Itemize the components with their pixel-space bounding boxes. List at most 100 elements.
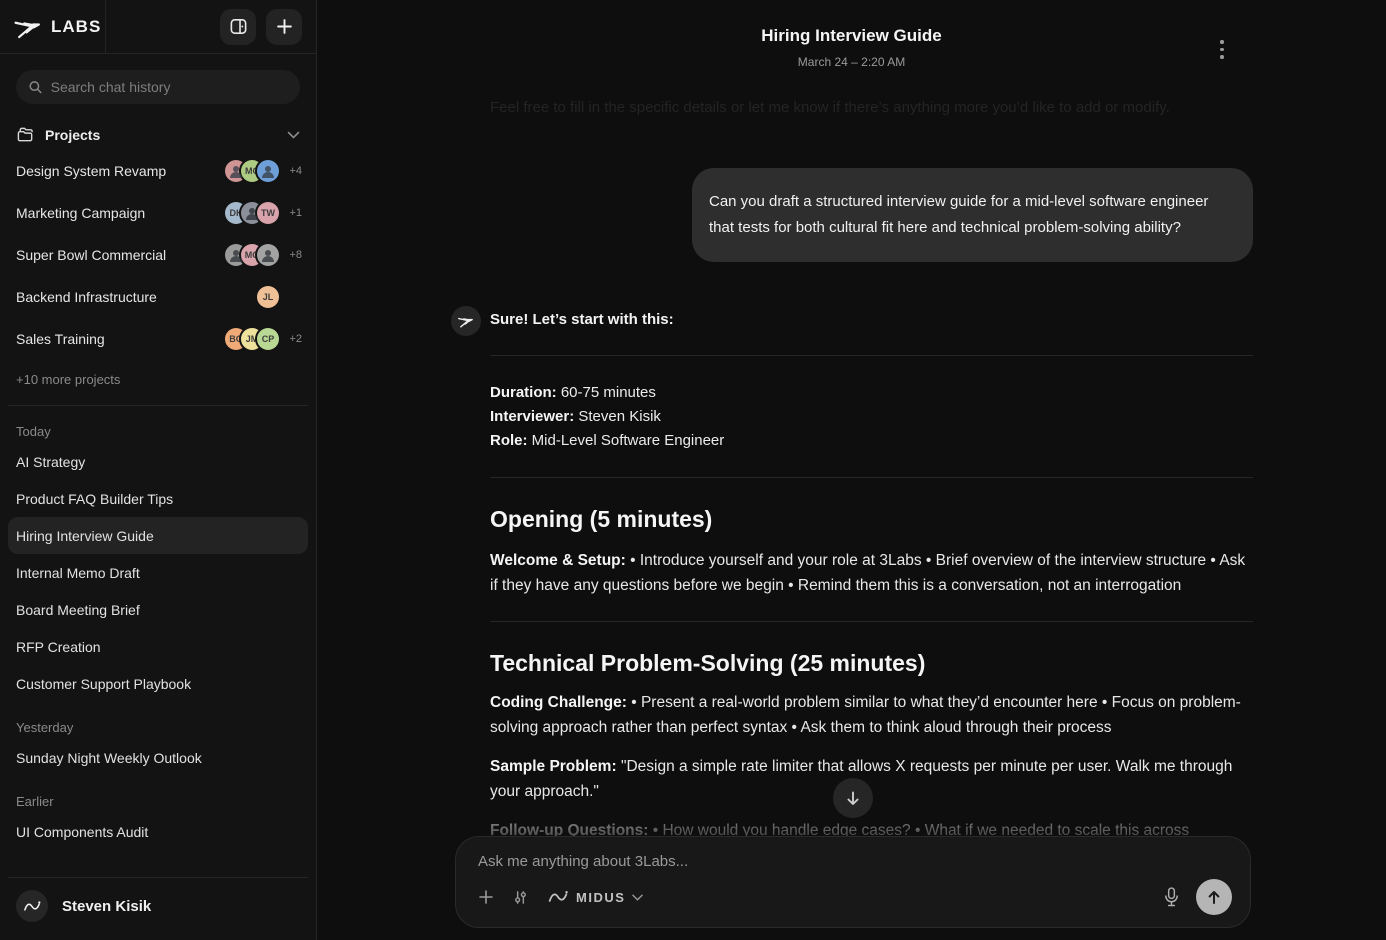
project-item-backend-infrastructure[interactable]: Backend Infrastructure JL [0,276,316,318]
meta-role: Role: Mid-Level Software Engineer [490,432,725,449]
history-item-product-faq-builder-tips[interactable]: Product FAQ Builder Tips [8,480,308,517]
project-name: Sales Training [16,331,105,347]
user-profile[interactable]: Steven Kisik [0,878,316,940]
history-item-label: RFP Creation [16,638,101,655]
section-heading-technical: Technical Problem-Solving (25 minutes) [490,650,926,676]
avatar-stack: DK TW +1 [225,202,302,224]
project-item-design-system-revamp[interactable]: Design System Revamp MC +4 [0,150,316,192]
sidebar-header: LABS [0,0,316,54]
avatar-stack: MG +8 [225,244,302,266]
chat-main: Hiring Interview Guide March 24 – 2:20 A… [317,0,1386,940]
extra-members-count: +2 [289,333,302,345]
search-chat-box[interactable] [16,70,300,104]
project-item-marketing-campaign[interactable]: Marketing Campaign DK TW +1 [0,192,316,234]
send-button[interactable] [1196,879,1232,915]
history-section-earlier: Earlier [16,794,54,809]
user-name: Steven Kisik [62,897,152,915]
history-item-label: Sunday Night Weekly Outlook [16,749,202,766]
history-item-label: AI Strategy [16,453,86,470]
search-input[interactable] [50,79,288,95]
extra-members-count: +8 [289,249,302,261]
history-section-today: Today [16,424,51,439]
paragraph-coding-challenge: Coding Challenge: • Present a real-world… [490,694,1241,736]
project-item-sales-training[interactable]: Sales Training BO JM CP +2 [0,318,316,360]
history-item-board-meeting-brief[interactable]: Board Meeting Brief [8,591,308,628]
history-section-yesterday: Yesterday [16,720,74,735]
assistant-intro: Sure! Let’s start with this: [490,311,674,328]
history-item-ai-strategy[interactable]: AI Strategy [8,443,308,480]
scroll-to-bottom-button[interactable] [833,778,873,818]
assistant-avatar [451,306,481,336]
history-item-label: Hiring Interview Guide [16,527,154,544]
user-message-bubble: Can you draft a structured interview gui… [692,168,1253,262]
history-item-sunday-night-weekly-outlook[interactable]: Sunday Night Weekly Outlook [8,739,308,776]
history-item-hiring-interview-guide[interactable]: Hiring Interview Guide [8,517,308,554]
brand-icon [14,21,40,38]
tools-button[interactable] [512,889,529,906]
avatar: TW [257,202,279,224]
composer-toolbar: MIDUS [478,879,1232,915]
avatar [241,202,263,224]
model-selector[interactable]: MIDUS [547,889,644,905]
history-item-rfp-creation[interactable]: RFP Creation [8,628,308,665]
logo-text: LABS [51,16,102,36]
project-name: Backend Infrastructure [16,289,157,305]
history-item-ui-components-audit[interactable]: UI Components Audit [8,813,308,850]
model-name: MIDUS [576,889,626,905]
plus-icon [276,19,292,34]
sidebar-divider [8,405,308,406]
previous-message-faded: Feel free to fill in the specific detail… [490,99,1170,116]
meta-interviewer: Interviewer: Steven Kisik [490,408,661,425]
chat-options-button[interactable] [1216,36,1228,63]
chevron-down-icon[interactable] [287,131,300,139]
project-item-super-bowl-commercial[interactable]: Super Bowl Commercial MG +8 [0,234,316,276]
avatar [257,160,279,182]
composer: MIDUS [455,836,1251,928]
new-chat-button[interactable] [266,8,302,45]
divider [490,355,1253,356]
projects-folder-icon [17,127,33,142]
paragraph-welcome-setup: Welcome & Setup: • Introduce yourself an… [490,552,1246,594]
sliders-icon [515,890,526,904]
history-item-label: Board Meeting Brief [16,601,140,618]
history-item-label: UI Components Audit [16,823,149,840]
avatar [225,160,247,182]
chevron-down-icon [632,894,644,901]
extra-members-count: +4 [289,165,302,177]
app-logo[interactable]: LABS [14,15,101,39]
search-icon [29,81,42,94]
more-projects-link[interactable]: +10 more projects [16,372,300,387]
sidebar: LABS Search chat history Projects Design… [0,0,317,940]
mic-button[interactable] [1163,886,1180,908]
wave-icon [24,900,41,911]
panel-icon [230,19,246,34]
toggle-sidebar-button[interactable] [220,8,256,45]
wave-icon [548,891,568,902]
attach-button[interactable] [478,889,494,905]
message-input[interactable] [478,853,1232,870]
project-name: Super Bowl Commercial [16,247,167,263]
projects-header[interactable]: Projects [16,126,300,144]
avatar-stack: JL [257,286,302,308]
project-name: Marketing Campaign [16,205,146,221]
history-item-label: Internal Memo Draft [16,564,140,581]
history-item-internal-memo-draft[interactable]: Internal Memo Draft [8,554,308,591]
avatar [225,244,247,266]
user-avatar [16,890,48,922]
history-item-customer-support-playbook[interactable]: Customer Support Playbook [8,665,308,702]
history-item-label: Product FAQ Builder Tips [16,490,174,507]
avatar-stack: MC +4 [225,160,302,182]
avatar-stack: BO JM CP +2 [225,328,302,350]
interview-meta: Duration: 60-75 minutes Interviewer: Ste… [490,381,1253,453]
section-heading-opening: Opening (5 minutes) [490,506,713,532]
avatar: CP [257,328,279,350]
arrow-down-icon [847,791,859,805]
plus-icon [479,890,493,904]
projects-label: Projects [45,127,101,143]
divider [490,621,1253,622]
meta-duration: Duration: 60-75 minutes [490,384,656,401]
brand-icon [457,317,473,328]
avatar: JL [257,286,279,308]
user-message-text: Can you draft a structured interview gui… [709,193,1209,236]
header-divider [105,0,106,53]
